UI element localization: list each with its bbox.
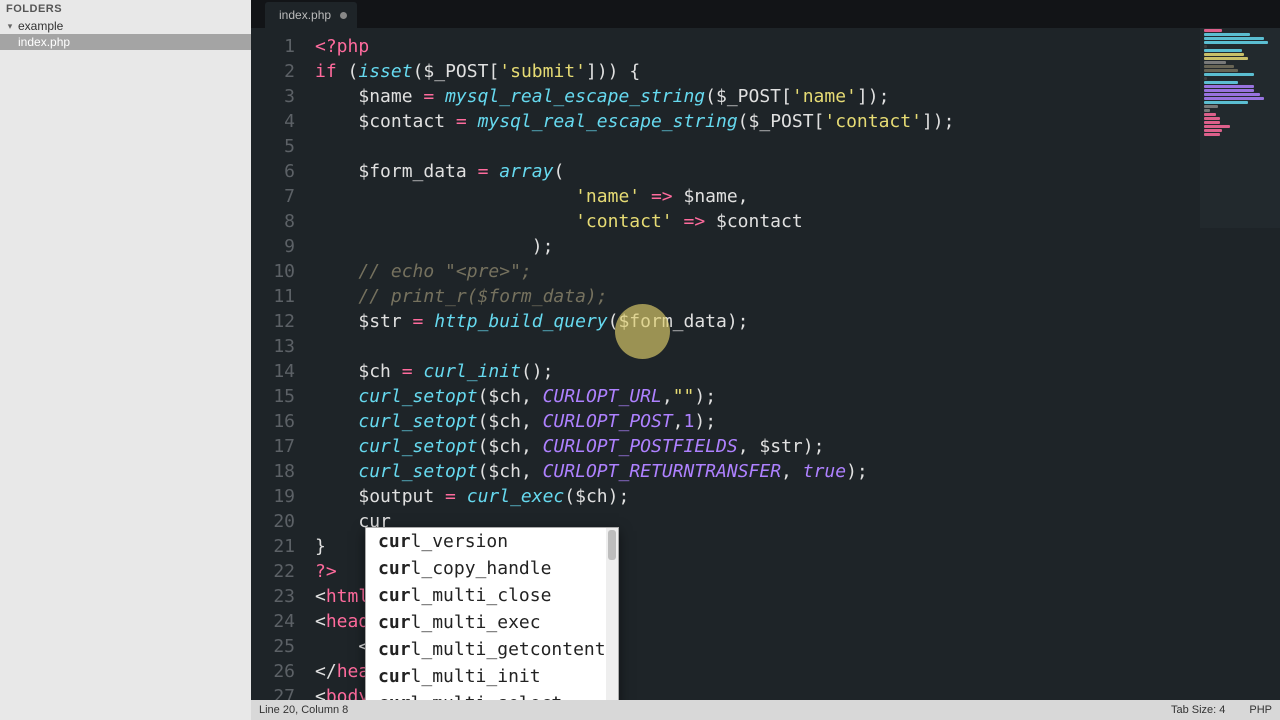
line-number: 5	[251, 134, 307, 159]
tree-item-label: index.php	[18, 34, 70, 50]
line-number: 6	[251, 159, 307, 184]
code-line[interactable]: $output = curl_exec($ch);	[315, 484, 1280, 509]
status-tab-size[interactable]: Tab Size: 4	[1171, 704, 1225, 716]
line-number: 25	[251, 634, 307, 659]
tab-dirty-icon	[340, 12, 347, 19]
code-line[interactable]	[315, 134, 1280, 159]
code-line[interactable]: <?php	[315, 34, 1280, 59]
line-number: 19	[251, 484, 307, 509]
line-number: 22	[251, 559, 307, 584]
line-number: 14	[251, 359, 307, 384]
file-item[interactable]: index.php	[0, 34, 251, 50]
code-line[interactable]: 'name' => $name,	[315, 184, 1280, 209]
code-line[interactable]: curl_setopt($ch, CURLOPT_POSTFIELDS, $st…	[315, 434, 1280, 459]
status-bar: Line 20, Column 8 Tab Size: 4 PHP	[251, 700, 1280, 720]
tab[interactable]: index.php	[265, 2, 357, 28]
autocomplete-item[interactable]: curl_multi_getcontent	[366, 636, 618, 663]
code-line[interactable]: curl_setopt($ch, CURLOPT_POST,1);	[315, 409, 1280, 434]
code-line[interactable]: curl_setopt($ch, CURLOPT_RETURNTRANSFER,…	[315, 459, 1280, 484]
line-number: 17	[251, 434, 307, 459]
code-line[interactable]: $form_data = array(	[315, 159, 1280, 184]
line-number: 12	[251, 309, 307, 334]
line-number: 21	[251, 534, 307, 559]
folder-arrow-icon[interactable]: ▾	[6, 18, 14, 34]
line-number: 15	[251, 384, 307, 409]
autocomplete-popup[interactable]: curl_versioncurl_copy_handlecurl_multi_c…	[365, 527, 619, 700]
status-cursor-position[interactable]: Line 20, Column 8	[259, 704, 348, 716]
code-line[interactable]: $str = http_build_query($form_data);	[315, 309, 1280, 334]
sidebar-title: FOLDERS	[0, 0, 251, 18]
sidebar: FOLDERS ▾exampleindex.php	[0, 0, 251, 720]
tab-label: index.php	[279, 8, 331, 22]
code-line[interactable]: $name = mysql_real_escape_string($_POST[…	[315, 84, 1280, 109]
line-number: 18	[251, 459, 307, 484]
line-number: 16	[251, 409, 307, 434]
code-line[interactable]: $ch = curl_init();	[315, 359, 1280, 384]
line-number: 27	[251, 684, 307, 700]
autocomplete-scrollbar[interactable]	[606, 528, 618, 700]
autocomplete-item[interactable]: curl_multi_select	[366, 690, 618, 700]
line-number: 11	[251, 284, 307, 309]
code-line[interactable]	[315, 334, 1280, 359]
code-line[interactable]: );	[315, 234, 1280, 259]
autocomplete-scrollbar-thumb[interactable]	[608, 530, 616, 560]
line-number: 8	[251, 209, 307, 234]
line-number: 3	[251, 84, 307, 109]
line-number: 26	[251, 659, 307, 684]
autocomplete-item[interactable]: curl_multi_close	[366, 582, 618, 609]
line-number: 23	[251, 584, 307, 609]
folder-tree: ▾exampleindex.php	[0, 18, 251, 720]
code-line[interactable]: // print_r($form_data);	[315, 284, 1280, 309]
line-number: 1	[251, 34, 307, 59]
main-panel: index.php 123456789101112131415161718192…	[251, 0, 1280, 720]
status-language[interactable]: PHP	[1249, 704, 1272, 716]
autocomplete-item[interactable]: curl_copy_handle	[366, 555, 618, 582]
line-number: 13	[251, 334, 307, 359]
app-root: FOLDERS ▾exampleindex.php index.php 1234…	[0, 0, 1280, 720]
line-number: 9	[251, 234, 307, 259]
line-number: 7	[251, 184, 307, 209]
line-number: 10	[251, 259, 307, 284]
autocomplete-item[interactable]: curl_version	[366, 528, 618, 555]
code-line[interactable]: // echo "<pre>";	[315, 259, 1280, 284]
line-number: 24	[251, 609, 307, 634]
editor[interactable]: 1234567891011121314151617181920212223242…	[251, 28, 1280, 700]
code-line[interactable]: curl_setopt($ch, CURLOPT_URL,"");	[315, 384, 1280, 409]
line-number: 4	[251, 109, 307, 134]
tab-bar: index.php	[251, 0, 1280, 28]
autocomplete-item[interactable]: curl_multi_init	[366, 663, 618, 690]
folder-item[interactable]: ▾example	[0, 18, 251, 34]
code-line[interactable]: 'contact' => $contact	[315, 209, 1280, 234]
line-number: 20	[251, 509, 307, 534]
code-line[interactable]: if (isset($_POST['submit'])) {	[315, 59, 1280, 84]
autocomplete-item[interactable]: curl_multi_exec	[366, 609, 618, 636]
code-line[interactable]: $contact = mysql_real_escape_string($_PO…	[315, 109, 1280, 134]
tree-item-label: example	[18, 18, 63, 34]
line-number: 2	[251, 59, 307, 84]
line-number-gutter: 1234567891011121314151617181920212223242…	[251, 28, 307, 700]
